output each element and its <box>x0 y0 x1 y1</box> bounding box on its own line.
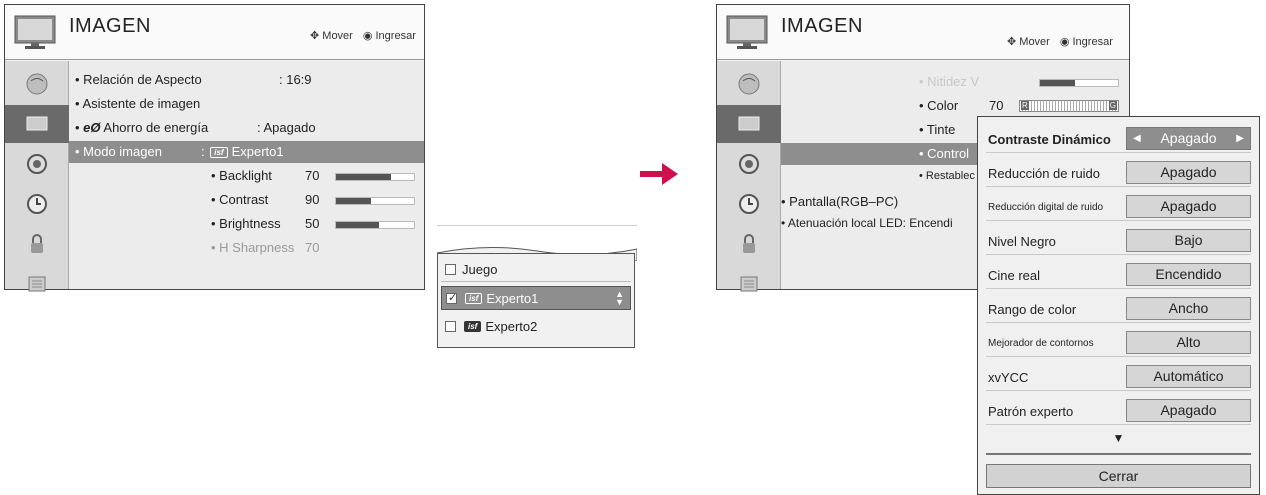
row-brightness[interactable]: • Brightness 50 <box>69 213 424 235</box>
option-icon <box>740 276 758 292</box>
checkbox-icon <box>445 320 456 332</box>
category-sidebar <box>717 61 781 292</box>
isf-badge-icon: isf <box>465 292 483 304</box>
sidebar-item-lock[interactable] <box>717 225 781 263</box>
option-nivel-negro[interactable]: Nivel Negro Bajo <box>986 227 1251 255</box>
sidebar-item-audio[interactable] <box>5 145 69 183</box>
value-box[interactable]: Apagado <box>1126 161 1251 184</box>
menu-header: IMAGEN ✥ Mover ◉ Ingresar <box>5 5 424 60</box>
value-box[interactable]: Apagado <box>1126 195 1251 218</box>
picture-icon <box>26 116 48 131</box>
checkbox-icon <box>445 264 456 275</box>
sidebar-item-setup[interactable] <box>5 65 69 103</box>
backlight-bar <box>335 173 415 181</box>
tv-icon <box>726 15 768 49</box>
eco-icon: eØ <box>83 120 101 135</box>
color-gauge: R G <box>1019 100 1119 112</box>
row-nitidez-v[interactable]: • Nitidez V <box>781 71 1129 93</box>
option-patron-experto[interactable]: Patrón experto Apagado <box>986 397 1251 425</box>
brightness-bar <box>335 221 415 229</box>
lock-icon <box>31 234 43 253</box>
sidebar-item-picture[interactable] <box>5 105 69 143</box>
nitidez-bar <box>1039 79 1119 87</box>
isf-badge-icon: isf <box>210 147 228 159</box>
left-picture-menu: IMAGEN ✥ Mover ◉ Ingresar • Relación de … <box>4 4 425 292</box>
row-color[interactable]: • Color 70 R G <box>781 95 1129 117</box>
mode-option-juego[interactable]: Juego <box>441 258 631 282</box>
option-mejorador-contornos[interactable]: Mejorador de contornos Alto <box>986 329 1251 357</box>
satellite-dish-icon <box>26 73 48 95</box>
row-picture-wizard[interactable]: • Asistente de imagen <box>69 93 424 115</box>
arrow-right-icon[interactable]: ▶ <box>1236 128 1244 149</box>
row-contrast[interactable]: • Contrast 90 <box>69 189 424 211</box>
value-box[interactable]: Bajo <box>1126 229 1251 252</box>
option-icon <box>28 276 46 292</box>
next-step-arrow-icon <box>640 163 678 185</box>
value-box[interactable]: Apagado <box>1126 399 1251 422</box>
mode-option-experto2[interactable]: isf Experto2 <box>441 314 631 338</box>
sidebar-item-option[interactable] <box>717 265 781 303</box>
sidebar-item-option[interactable] <box>5 265 69 303</box>
value-box[interactable]: Encendido <box>1126 263 1251 286</box>
advanced-control-dialog: Contraste Dinámico ◀ Apagado ▶ Reducción… <box>977 116 1260 495</box>
row-h-sharpness[interactable]: • H Sharpness 70 <box>69 237 424 259</box>
sidebar-item-time[interactable] <box>5 185 69 223</box>
speaker-icon <box>739 154 759 174</box>
picture-icon <box>738 116 760 131</box>
key-hints: ✥ Mover ◉ Ingresar <box>1007 35 1113 48</box>
mode-options: Juego ✓ isf Experto1 ▲ ▼ isf Experto2 <box>437 253 635 348</box>
enter-hint: ◉ Ingresar <box>1059 36 1113 48</box>
move-hint: ✥ Mover <box>1007 36 1050 48</box>
sidebar-item-time[interactable] <box>717 185 781 223</box>
option-xvycc[interactable]: xvYCC Automático <box>986 363 1251 391</box>
row-aspect-ratio[interactable]: • Relación de Aspecto : 16:9 <box>69 69 424 91</box>
divider <box>986 453 1251 455</box>
row-backlight[interactable]: • Backlight 70 <box>69 165 424 187</box>
option-reduccion-ruido[interactable]: Reducción de ruido Apagado <box>986 159 1251 187</box>
lock-icon <box>743 234 755 253</box>
clock-icon <box>739 194 759 214</box>
clock-icon <box>27 194 47 214</box>
scroll-down-icon[interactable]: ▼ <box>978 431 1259 445</box>
satellite-dish-icon <box>738 73 760 95</box>
category-sidebar <box>5 61 69 292</box>
sidebar-item-setup[interactable] <box>717 65 781 103</box>
contrast-bar <box>335 197 415 205</box>
option-cine-real[interactable]: Cine real Encendido <box>986 261 1251 289</box>
value-selector[interactable]: ◀ Apagado ▶ <box>1126 127 1251 150</box>
menu-content: • Relación de Aspecto : 16:9 • Asistente… <box>69 61 424 289</box>
sidebar-item-lock[interactable] <box>5 225 69 263</box>
tv-icon <box>14 15 56 49</box>
mode-option-experto1[interactable]: ✓ isf Experto1 ▲ ▼ <box>441 286 631 310</box>
sidebar-item-picture[interactable] <box>717 105 781 143</box>
option-reduccion-digital[interactable]: Reducción digital de ruido Apagado <box>986 193 1251 221</box>
menu-title: IMAGEN <box>781 15 863 37</box>
close-button[interactable]: Cerrar <box>986 464 1251 488</box>
speaker-icon <box>27 154 47 174</box>
value-box[interactable]: Alto <box>1126 331 1251 354</box>
isf-badge-icon: isf <box>464 320 482 332</box>
scroll-updown-icon: ▲ ▼ <box>615 289 624 307</box>
value-box[interactable]: Ancho <box>1126 297 1251 320</box>
picture-mode-list: Juego ✓ isf Experto1 ▲ ▼ isf Experto2 <box>437 225 637 350</box>
menu-title: IMAGEN <box>69 15 151 37</box>
arrow-left-icon[interactable]: ◀ <box>1133 128 1141 149</box>
value-box[interactable]: Automático <box>1126 365 1251 388</box>
row-energy-saving[interactable]: • eØ Ahorro de energía : Apagado <box>69 117 424 139</box>
enter-hint: ◉ Ingresar <box>362 30 416 42</box>
option-rango-color[interactable]: Rango de color Ancho <box>986 295 1251 323</box>
move-hint: ✥ Mover <box>310 30 353 42</box>
sidebar-item-audio[interactable] <box>717 145 781 183</box>
checkbox-checked-icon: ✓ <box>446 291 458 304</box>
key-hints: ✥ Mover ◉ Ingresar <box>310 29 416 42</box>
row-picture-mode[interactable]: • Modo imagen : isf Experto1 <box>69 141 424 163</box>
divider <box>437 225 637 226</box>
option-contraste-dinamico[interactable]: Contraste Dinámico ◀ Apagado ▶ <box>986 125 1251 153</box>
menu-header: IMAGEN ✥ Mover ◉ Ingresar <box>717 5 1129 60</box>
